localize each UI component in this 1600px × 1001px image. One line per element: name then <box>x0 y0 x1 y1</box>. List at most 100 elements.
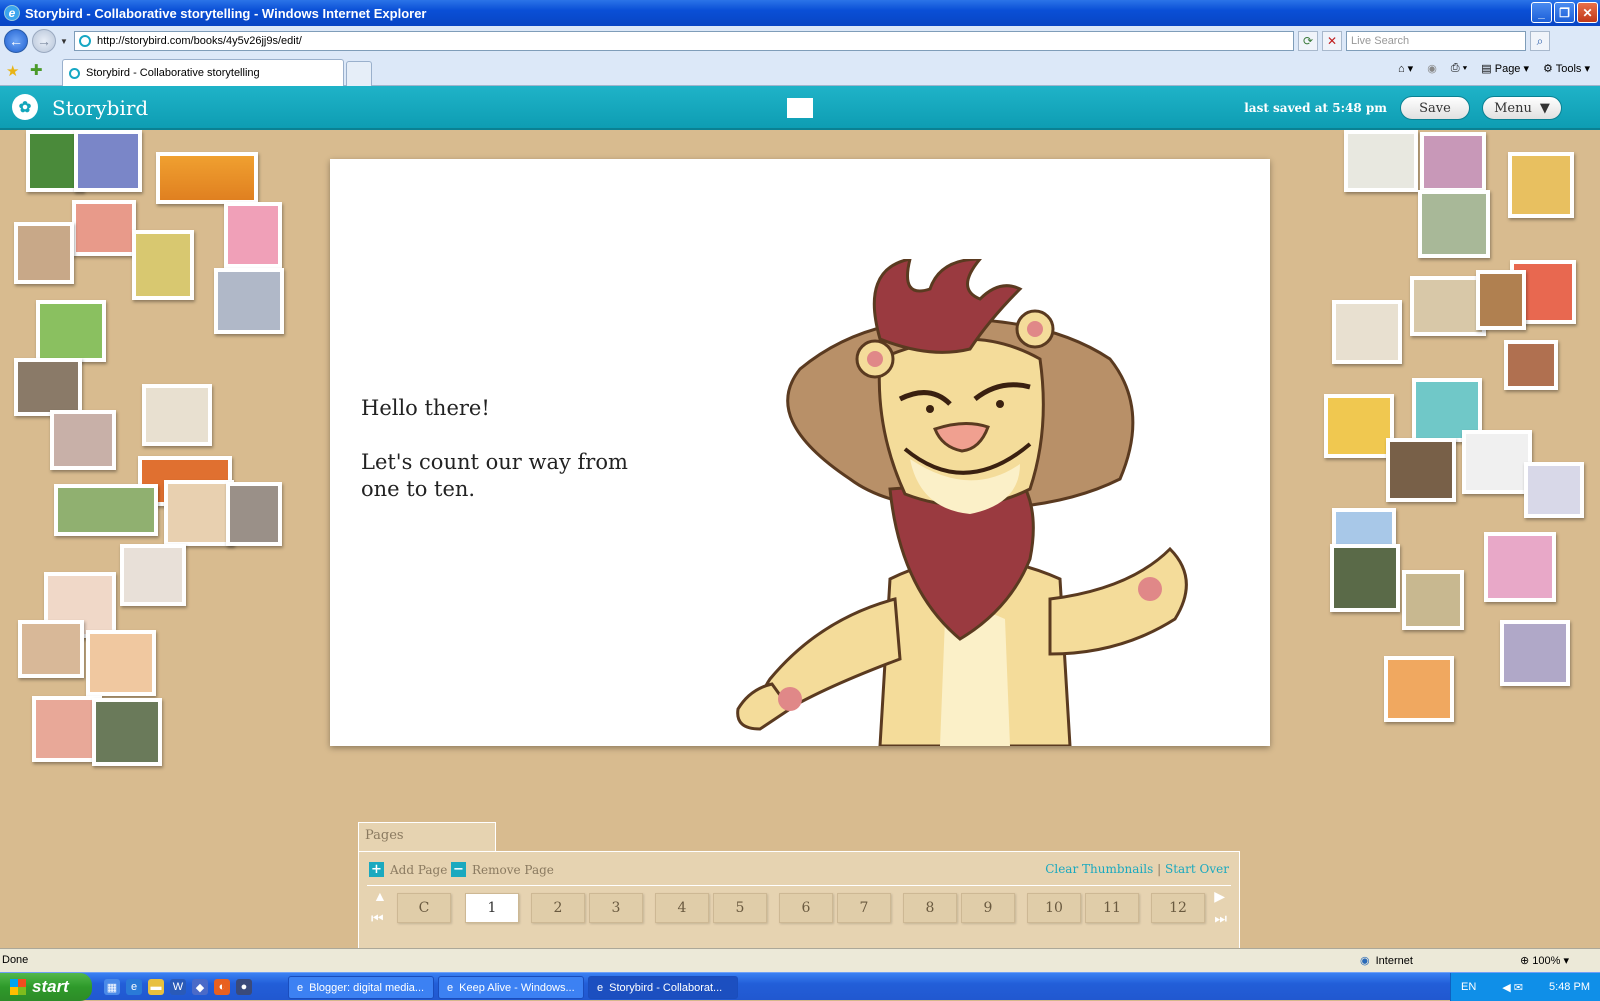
maximize-button[interactable]: ❐ <box>1554 2 1575 23</box>
art-thumbnail[interactable] <box>226 482 282 546</box>
menu-button[interactable]: Menu ▼ <box>1482 96 1562 120</box>
story-page[interactable]: Hello there! Let's count our way from on… <box>330 159 1270 746</box>
print-icon[interactable]: ⎙ ▾ <box>1451 62 1467 75</box>
pages-tab[interactable]: Pages <box>358 822 496 852</box>
word-icon[interactable]: W <box>170 979 186 995</box>
ie-quicklaunch-icon[interactable]: e <box>126 979 142 995</box>
art-thumbnail[interactable] <box>50 410 116 470</box>
save-button[interactable]: Save <box>1400 96 1470 120</box>
minimize-button[interactable]: _ <box>1531 2 1552 23</box>
art-thumbnail[interactable] <box>1344 130 1418 192</box>
art-thumbnail[interactable] <box>1402 570 1464 630</box>
show-desktop-icon[interactable]: ▦ <box>104 979 120 995</box>
art-thumbnail[interactable] <box>156 152 258 204</box>
art-thumbnail[interactable] <box>1420 132 1486 192</box>
add-page-button[interactable]: + Add Page <box>369 862 447 877</box>
page-slot[interactable]: 5 <box>713 893 767 923</box>
recent-pages-dropdown[interactable]: ▼ <box>60 37 70 46</box>
art-thumbnail[interactable] <box>1500 620 1570 686</box>
art-thumbnail[interactable] <box>1330 544 1400 612</box>
taskbar-item[interactable]: e Keep Alive - Windows... <box>438 976 584 999</box>
favorites-star-icon[interactable]: ★ <box>6 62 19 80</box>
last-page-arrow-icon[interactable]: ⏭ <box>1214 910 1227 927</box>
start-over-link[interactable]: Start Over <box>1165 862 1229 876</box>
page-slot-active[interactable]: 1 <box>465 893 519 923</box>
art-thumbnail[interactable] <box>18 620 84 678</box>
close-window-button[interactable]: ✕ <box>1577 2 1598 23</box>
art-thumbnail[interactable] <box>1504 340 1558 390</box>
firefox-icon[interactable]: ◐ <box>214 979 230 995</box>
taskbar-item-label: Keep Alive - Windows... <box>459 981 575 994</box>
stop-button[interactable]: ✕ <box>1322 31 1342 51</box>
fullscreen-icon <box>787 98 813 118</box>
art-thumbnail[interactable] <box>1476 270 1526 330</box>
art-thumbnail[interactable] <box>92 698 162 766</box>
refresh-button[interactable]: ⟳ <box>1298 31 1318 51</box>
art-thumbnail[interactable] <box>36 300 106 362</box>
art-thumbnail[interactable] <box>74 130 142 192</box>
media-icon[interactable]: ● <box>236 979 252 995</box>
art-thumbnail[interactable] <box>1484 532 1556 602</box>
page-text[interactable]: Hello there! Let's count our way from on… <box>361 395 641 530</box>
search-input[interactable]: Live Search <box>1346 31 1526 51</box>
feeds-icon[interactable]: ◉ <box>1427 62 1437 75</box>
art-thumbnail[interactable] <box>214 268 284 334</box>
page-slot[interactable]: 2 <box>531 893 585 923</box>
page-slot[interactable]: 4 <box>655 893 709 923</box>
art-thumbnail[interactable] <box>1332 300 1402 364</box>
tools-menu[interactable]: ⚙ Tools ▾ <box>1543 62 1590 75</box>
scroll-up-arrow-icon[interactable]: ▲ <box>373 888 387 904</box>
start-button[interactable]: start <box>0 973 92 1001</box>
art-thumbnail[interactable] <box>1386 438 1456 502</box>
scroll-right-arrow-icon[interactable]: ▶ <box>1214 888 1225 905</box>
page-slot[interactable]: 11 <box>1085 893 1139 923</box>
page-slot[interactable]: 6 <box>779 893 833 923</box>
clock[interactable]: 5:48 PM <box>1549 981 1590 993</box>
tab-storybird[interactable]: Storybird - Collaborative storytelling <box>62 59 344 86</box>
art-thumbnail[interactable] <box>1410 276 1486 336</box>
page-slot[interactable]: 12 <box>1151 893 1205 923</box>
fullscreen-button[interactable] <box>782 94 818 122</box>
page-slot[interactable]: 9 <box>961 893 1015 923</box>
art-thumbnail[interactable] <box>1508 152 1574 218</box>
address-bar[interactable]: http://storybird.com/books/4y5v26jj9s/ed… <box>74 31 1294 51</box>
art-thumbnail[interactable] <box>1418 190 1490 258</box>
taskbar-item[interactable]: e Blogger: digital media... <box>288 976 434 999</box>
page-slot[interactable]: C <box>397 893 451 923</box>
taskbar-item-active[interactable]: e Storybird - Collaborat... <box>588 976 738 999</box>
forward-button[interactable]: → <box>32 29 56 53</box>
search-icon[interactable]: ⌕ <box>1530 31 1550 51</box>
back-button[interactable]: ← <box>4 29 28 53</box>
art-thumbnail[interactable] <box>14 358 82 416</box>
art-thumbnail[interactable] <box>132 230 194 300</box>
art-thumbnail[interactable] <box>1324 394 1394 458</box>
art-thumbnail[interactable] <box>54 484 158 536</box>
home-icon[interactable]: ⌂ ▾ <box>1398 62 1413 75</box>
clear-thumbnails-link[interactable]: Clear Thumbnails <box>1045 862 1153 876</box>
art-thumbnail[interactable] <box>86 630 156 696</box>
art-thumbnail[interactable] <box>14 222 74 284</box>
add-favorite-icon[interactable]: ✚ <box>30 61 43 79</box>
first-page-arrow-icon[interactable]: ⏮ <box>371 910 384 927</box>
page-slot[interactable]: 10 <box>1027 893 1081 923</box>
art-thumbnail[interactable] <box>1524 462 1584 518</box>
language-indicator[interactable]: EN <box>1461 981 1476 993</box>
remove-page-button[interactable]: − Remove Page <box>451 862 554 877</box>
art-thumbnail[interactable] <box>1462 430 1532 494</box>
art-thumbnail[interactable] <box>164 480 234 546</box>
zoom-level[interactable]: ⊕ 100% ▾ <box>1520 954 1569 967</box>
art-thumbnail[interactable] <box>1384 656 1454 722</box>
folder-icon[interactable]: ▬ <box>148 979 164 995</box>
page-slot[interactable]: 3 <box>589 893 643 923</box>
art-thumbnail[interactable] <box>72 200 136 256</box>
page-menu[interactable]: ▤ Page ▾ <box>1481 62 1529 75</box>
art-thumbnail[interactable] <box>142 384 212 446</box>
app-quicklaunch-icon[interactable]: ◆ <box>192 979 208 995</box>
new-tab-button[interactable] <box>346 61 372 86</box>
ie-icon: e <box>597 981 604 994</box>
tray-icons[interactable]: ◀ ✉ <box>1502 981 1523 994</box>
page-slot[interactable]: 7 <box>837 893 891 923</box>
art-thumbnail[interactable] <box>224 202 282 268</box>
art-thumbnail[interactable] <box>120 544 186 606</box>
page-slot[interactable]: 8 <box>903 893 957 923</box>
